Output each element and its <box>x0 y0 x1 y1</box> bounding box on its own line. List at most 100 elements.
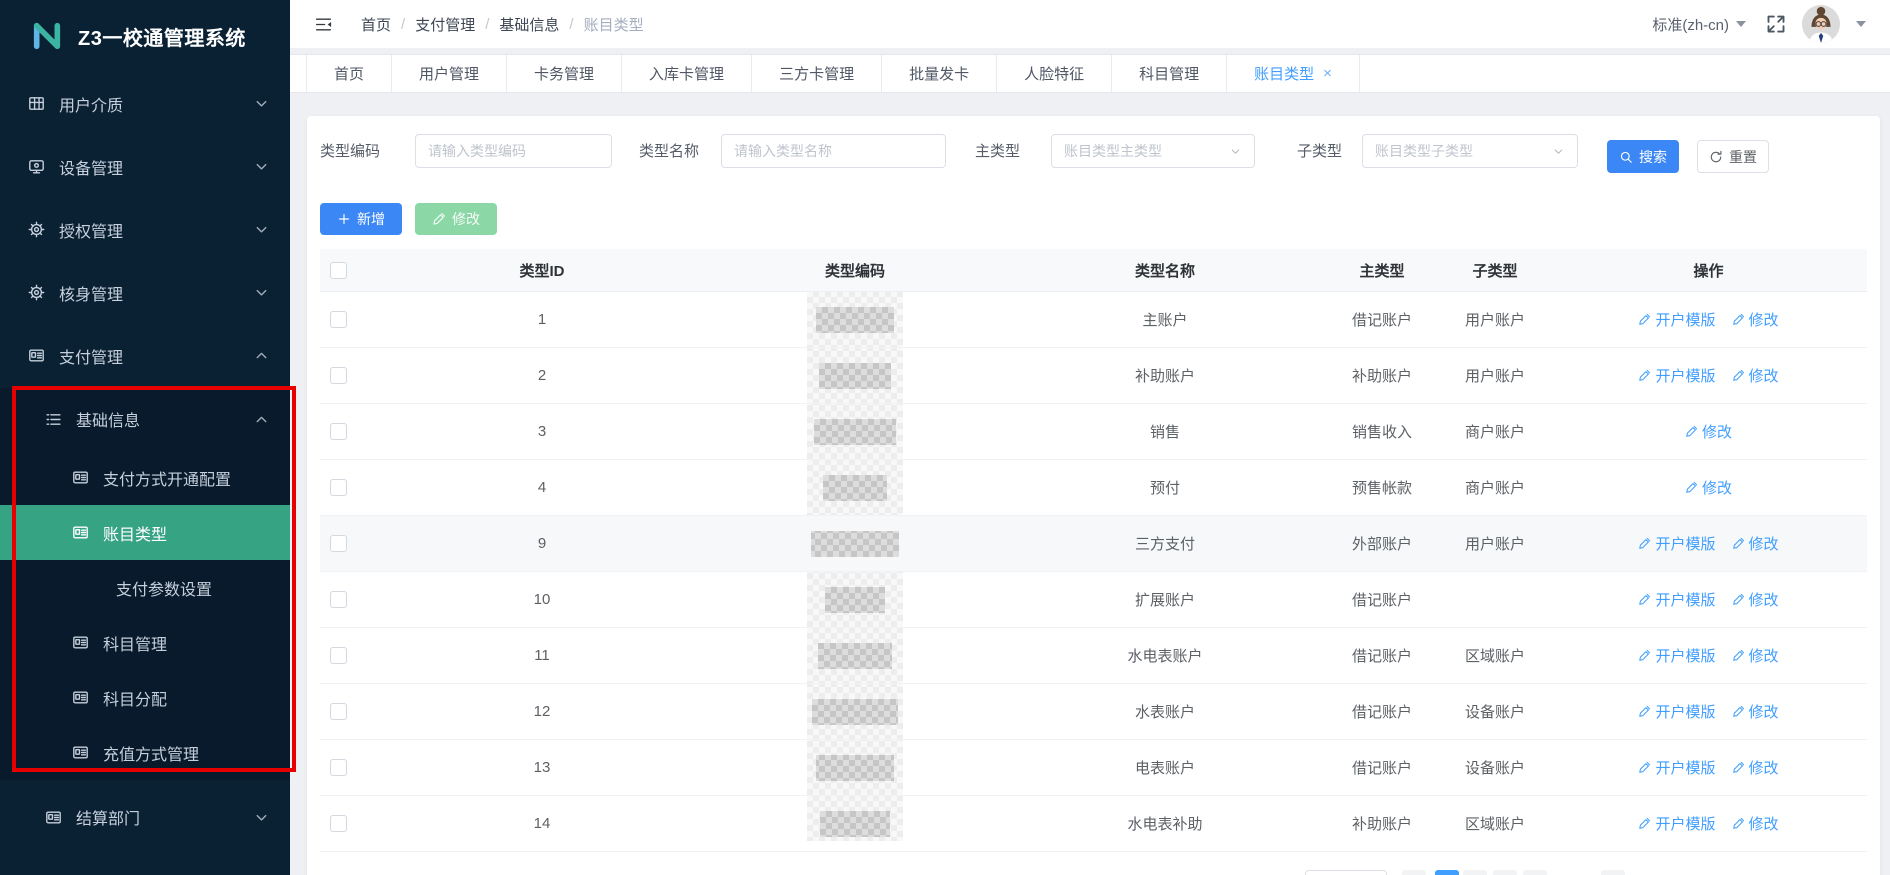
cell-actions: 开户模版修改 <box>1550 365 1867 386</box>
card-icon <box>72 634 89 651</box>
action-modify-link[interactable]: 修改 <box>1732 757 1779 778</box>
sidebar-submenu-children: 支付方式开通配置账目类型支付参数设置科目管理科目分配充值方式管理 <box>0 450 290 780</box>
page-button-active[interactable]: 1 <box>1435 870 1459 875</box>
table-body: 1主账户借记账户用户账户开户模版修改2补助账户补助账户用户账户开户模版修改3销售… <box>320 292 1867 852</box>
main-type-select[interactable]: 账目类型主类型 <box>1051 134 1255 168</box>
sub-type-select[interactable]: 账目类型子类型 <box>1362 134 1578 168</box>
sidebar-subitem[interactable]: 充值方式管理 <box>0 725 290 780</box>
tab[interactable]: 人脸特征× <box>997 55 1112 92</box>
add-button[interactable]: 新增 <box>320 203 402 235</box>
refresh-icon <box>1709 150 1723 164</box>
action-open-template-link[interactable]: 开户模版 <box>1638 365 1715 386</box>
sidebar-item[interactable]: 用户介质 <box>0 72 290 135</box>
tab[interactable]: 三方卡管理× <box>752 55 882 92</box>
cell-type-code <box>704 587 1006 613</box>
action-modify-link[interactable]: 修改 <box>1685 477 1732 498</box>
cell-actions: 开户模版修改 <box>1550 757 1867 778</box>
sidebar-subitem[interactable]: 支付参数设置 <box>0 560 290 615</box>
card-icon <box>72 469 89 486</box>
caret-down-icon[interactable] <box>1856 21 1866 27</box>
cell-type-id: 4 <box>380 479 704 496</box>
action-modify-link[interactable]: 修改 <box>1732 365 1779 386</box>
reset-button[interactable]: 重置 <box>1697 140 1769 173</box>
sidebar-item[interactable]: 设备管理 <box>0 135 290 198</box>
next-page-button[interactable] <box>1601 870 1625 875</box>
tab[interactable]: 用户管理× <box>392 55 507 92</box>
sidebar-subitem[interactable]: 科目管理 <box>0 615 290 670</box>
select-all-checkbox[interactable] <box>330 262 347 279</box>
row-checkbox[interactable] <box>330 423 347 440</box>
chevron-down-icon <box>253 284 270 301</box>
action-label: 修改 <box>1749 309 1779 330</box>
action-open-template-link[interactable]: 开户模版 <box>1638 533 1715 554</box>
sidebar-subitem-label: 充值方式管理 <box>103 741 290 765</box>
pencil-icon <box>1732 649 1745 662</box>
sidebar-item[interactable]: 核身管理 <box>0 261 290 324</box>
fullscreen-icon[interactable] <box>1766 14 1786 34</box>
action-open-template-link[interactable]: 开户模版 <box>1638 813 1715 834</box>
search-button[interactable]: 搜索 <box>1607 140 1679 173</box>
type-name-input[interactable] <box>721 134 946 168</box>
row-checkbox[interactable] <box>330 479 347 496</box>
page-button[interactable] <box>1493 870 1517 875</box>
row-checkbox[interactable] <box>330 311 347 328</box>
action-open-template-link[interactable]: 开户模版 <box>1638 309 1715 330</box>
action-open-template-link[interactable]: 开户模版 <box>1638 589 1715 610</box>
sidebar-nav: 用户介质设备管理授权管理核身管理支付管理 <box>0 72 290 387</box>
action-modify-link[interactable]: 修改 <box>1732 309 1779 330</box>
action-modify-link[interactable]: 修改 <box>1732 645 1779 666</box>
close-icon[interactable]: × <box>1323 66 1332 81</box>
row-checkbox[interactable] <box>330 591 347 608</box>
sidebar-item-label: 核身管理 <box>59 281 253 305</box>
tab[interactable]: 首页× <box>306 55 392 92</box>
prev-page-button[interactable] <box>1402 870 1426 875</box>
sidebar-item-settlement-dept[interactable]: 结算部门 <box>0 788 290 846</box>
tab[interactable]: 批量发卡× <box>882 55 997 92</box>
table-row: 10扩展账户借记账户开户模版修改 <box>320 572 1867 628</box>
row-checkbox[interactable] <box>330 703 347 720</box>
cell-actions: 开户模版 修改 <box>1550 309 1867 330</box>
action-label: 修改 <box>1749 589 1779 610</box>
row-checkbox[interactable] <box>330 367 347 384</box>
type-code-input[interactable] <box>415 134 612 168</box>
cell-sub-type: 用户账户 <box>1440 533 1550 554</box>
page: Z3一校通管理系统 用户介质设备管理授权管理核身管理支付管理 基础信息 支付方式… <box>0 0 1890 875</box>
row-checkbox[interactable] <box>330 647 347 664</box>
breadcrumb-item[interactable]: 支付管理 <box>415 14 475 35</box>
action-open-template-link[interactable]: 开户模版 <box>1638 701 1715 722</box>
action-open-template-link[interactable]: 开户模版 <box>1638 757 1715 778</box>
action-label: 开户模版 <box>1655 645 1715 666</box>
breadcrumb-item[interactable]: 基础信息 <box>499 14 559 35</box>
menu-fold-icon[interactable] <box>314 15 333 34</box>
page-button[interactable] <box>1523 870 1547 875</box>
language-selector[interactable]: 标准(zh-cn) <box>1652 14 1746 35</box>
action-open-template-link[interactable]: 开户模版 <box>1638 645 1715 666</box>
sidebar-item-basic-info[interactable]: 基础信息 <box>0 388 290 450</box>
tab[interactable]: 入库卡管理× <box>622 55 752 92</box>
account-type-table: 类型ID 类型编码 类型名称 主类型 子类型 操作 1主账户借记账户用户账户开户… <box>320 249 1867 852</box>
row-checkbox[interactable] <box>330 535 347 552</box>
edit-button-disabled[interactable]: 修改 <box>415 203 497 235</box>
action-modify-link[interactable]: 修改 <box>1732 813 1779 834</box>
page-button[interactable] <box>1463 870 1487 875</box>
action-modify-link[interactable]: 修改 <box>1732 701 1779 722</box>
sidebar-subitem-active[interactable]: 账目类型 <box>0 505 290 560</box>
tab[interactable]: 科目管理× <box>1112 55 1227 92</box>
cell-actions: 修改 <box>1550 477 1867 498</box>
sidebar-item[interactable]: 支付管理 <box>0 324 290 387</box>
user-avatar[interactable] <box>1802 5 1840 43</box>
sidebar-subitem[interactable]: 支付方式开通配置 <box>0 450 290 505</box>
page-size-select[interactable] <box>1305 870 1387 875</box>
pencil-icon <box>1685 425 1698 438</box>
tab[interactable]: 卡务管理× <box>507 55 622 92</box>
action-modify-link[interactable]: 修改 <box>1732 533 1779 554</box>
tab-active[interactable]: 账目类型× <box>1227 55 1360 92</box>
sidebar-item[interactable]: 授权管理 <box>0 198 290 261</box>
sidebar-subitem[interactable]: 科目分配 <box>0 670 290 725</box>
action-modify-link[interactable]: 修改 <box>1685 421 1732 442</box>
table-row: 11水电表账户借记账户区域账户开户模版修改 <box>320 628 1867 684</box>
breadcrumb-item[interactable]: 首页 <box>361 14 391 35</box>
action-modify-link[interactable]: 修改 <box>1732 589 1779 610</box>
row-checkbox[interactable] <box>330 759 347 776</box>
row-checkbox[interactable] <box>330 815 347 832</box>
